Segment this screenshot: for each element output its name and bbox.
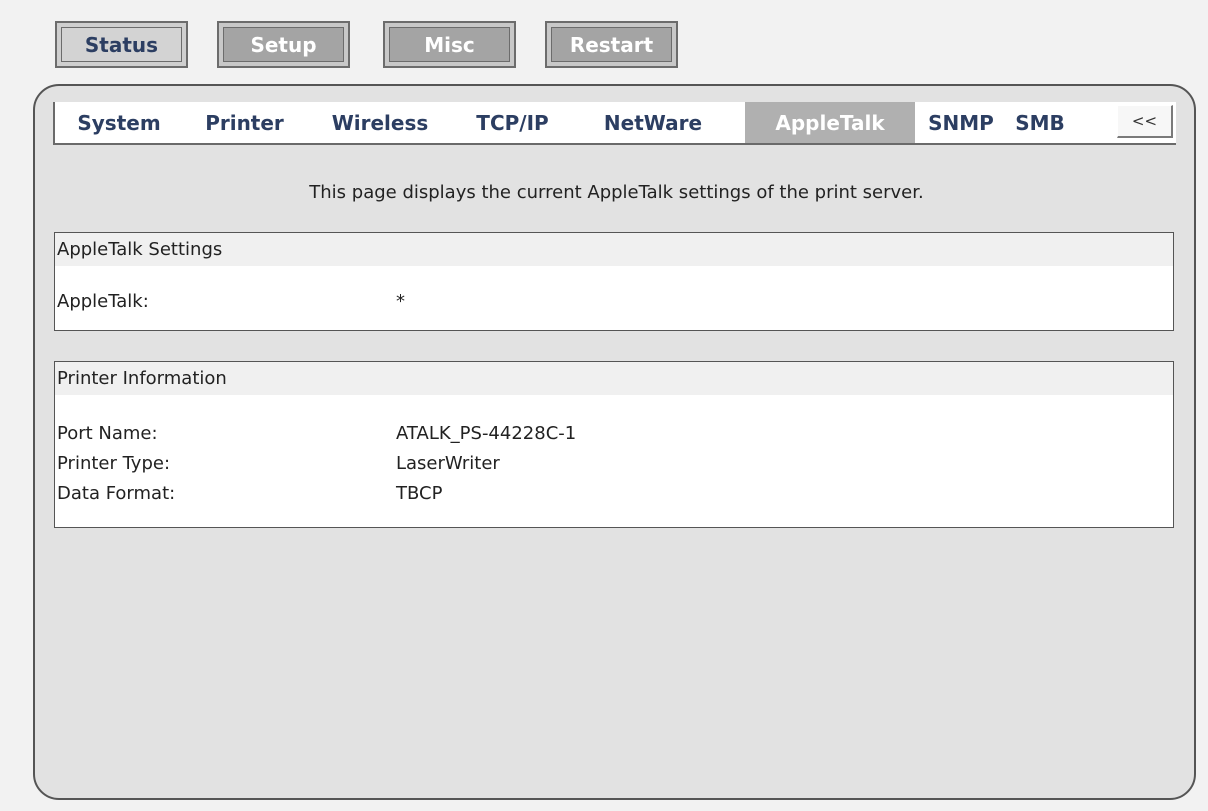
tab-label: Printer — [205, 110, 284, 135]
tab-label: SNMP — [928, 110, 994, 135]
tab-wireless[interactable]: Wireless — [308, 102, 452, 143]
row-label: Printer Type: — [57, 453, 171, 474]
appletalk-row: AppleTalk: * — [55, 291, 1173, 315]
data-format-row: Data Format: TBCP — [55, 483, 1173, 513]
row-value: LaserWriter — [396, 453, 500, 474]
page: Status Setup Misc Restart System Printer… — [0, 0, 1208, 811]
section-title: AppleTalk Settings — [55, 233, 1173, 266]
printer-information-section: Printer Information Port Name: ATALK_PS-… — [54, 361, 1174, 528]
row-label: Data Format: — [57, 483, 176, 504]
row-value: * — [396, 291, 405, 312]
tab-label: System — [77, 110, 161, 135]
tab-label: NetWare — [603, 110, 703, 135]
misc-button[interactable]: Misc — [383, 21, 516, 68]
tab-tcpip[interactable]: TCP/IP — [452, 102, 573, 143]
row-value: ATALK_PS-44228C-1 — [396, 423, 577, 444]
row-value: TBCP — [396, 483, 443, 504]
tab-label: Wireless — [331, 110, 429, 135]
tab-label: TCP/IP — [476, 110, 549, 135]
printer-type-row: Printer Type: LaserWriter — [55, 453, 1173, 483]
tab-system[interactable]: System — [57, 102, 181, 143]
collapse-label: << — [1131, 112, 1158, 130]
tab-appletalk[interactable]: AppleTalk — [745, 102, 915, 143]
tab-bar: System Printer Wireless TCP/IP NetWare A… — [53, 102, 1176, 145]
restart-button[interactable]: Restart — [545, 21, 678, 68]
tab-netware[interactable]: NetWare — [573, 102, 733, 143]
tab-snmp[interactable]: SNMP — [919, 102, 1003, 143]
setup-button-label: Setup — [250, 32, 317, 57]
restart-button-label: Restart — [569, 32, 654, 57]
setup-button[interactable]: Setup — [217, 21, 350, 68]
page-description: This page displays the current AppleTalk… — [309, 182, 924, 203]
tab-printer[interactable]: Printer — [181, 102, 308, 143]
port-name-row: Port Name: ATALK_PS-44228C-1 — [55, 423, 1173, 453]
row-label: AppleTalk: — [57, 291, 149, 312]
main-panel: System Printer Wireless TCP/IP NetWare A… — [33, 84, 1196, 800]
tab-label: SMB — [1015, 110, 1065, 135]
misc-button-label: Misc — [424, 32, 475, 57]
status-button-label: Status — [84, 32, 159, 57]
section-title: Printer Information — [55, 362, 1173, 395]
collapse-tabs-button[interactable]: << — [1117, 105, 1173, 138]
row-label: Port Name: — [57, 423, 158, 444]
status-button[interactable]: Status — [55, 21, 188, 68]
tab-smb[interactable]: SMB — [1003, 102, 1077, 143]
tab-label: AppleTalk — [775, 110, 885, 135]
appletalk-settings-section: AppleTalk Settings AppleTalk: * — [54, 232, 1174, 331]
